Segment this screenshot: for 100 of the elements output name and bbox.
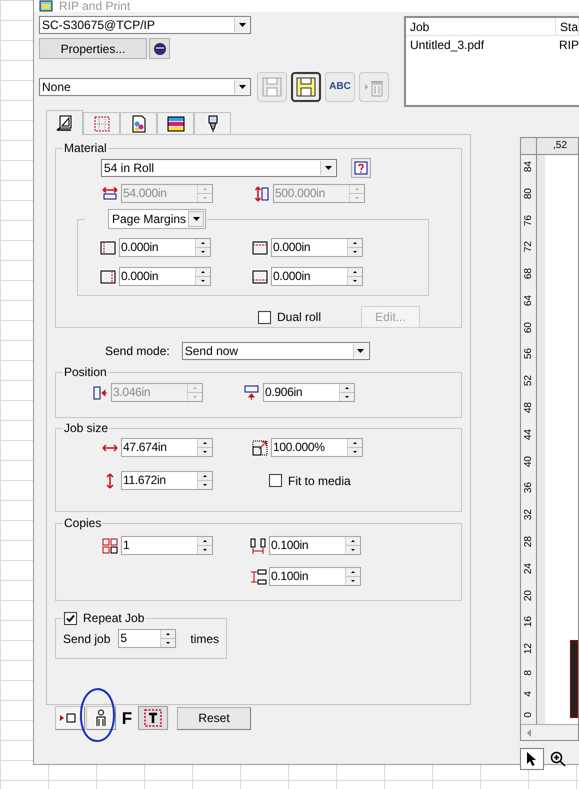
column-header[interactable]: Job (406, 18, 556, 35)
ruler-label: 72 (524, 241, 534, 252)
properties-button[interactable]: Properties... (39, 38, 147, 59)
caret-icon (324, 166, 332, 170)
caret-icon (238, 85, 246, 89)
reset-button[interactable]: Reset (177, 706, 251, 730)
preview-tool-button[interactable] (520, 748, 544, 770)
field-label: times (190, 630, 220, 648)
media-select[interactable]: 54 in Roll (101, 159, 337, 177)
horizontal-gap-icon (249, 536, 267, 554)
copies-grid-icon (101, 536, 119, 554)
spin-buttons[interactable] (345, 537, 360, 554)
ruler-label: 28 (524, 536, 534, 548)
spin-buttons[interactable] (347, 239, 362, 256)
checkbox-label: Dual roll (277, 309, 322, 326)
tab[interactable] (157, 112, 194, 134)
spin-field[interactable]: 100.000% (271, 438, 363, 457)
ruler-label: 76 (524, 214, 534, 226)
ruler-label: ,52 (552, 139, 567, 153)
checkbox[interactable] (269, 474, 282, 487)
spin-buttons[interactable] (347, 268, 362, 285)
left-margin-icon (99, 238, 117, 256)
left-offset-icon (91, 384, 109, 402)
group-title: Position (64, 366, 107, 378)
ruler-label: 16 (524, 616, 534, 628)
font-button[interactable]: F (117, 706, 137, 730)
ruler-label: 64 (524, 294, 534, 306)
ruler-label: 12 (524, 643, 534, 654)
spin-field[interactable]: 0.000in (271, 267, 363, 286)
ruler-page-icon (56, 114, 74, 132)
spin-field[interactable]: 11.672in (121, 471, 213, 490)
spin-field[interactable]: 0.000in (119, 238, 211, 257)
spin-field[interactable]: 47.674in (121, 438, 213, 457)
caret-icon (192, 217, 200, 221)
checkbox-label: Repeat Job (83, 612, 144, 624)
ruler-label: 32 (524, 509, 534, 520)
globe-icon (152, 42, 166, 56)
checkbox[interactable] (64, 612, 77, 624)
column-header[interactable]: Sta (556, 18, 579, 35)
rename-label: ABC (329, 82, 351, 92)
ruler-label: 36 (524, 482, 534, 494)
help-icon (353, 160, 369, 176)
ruler-label: 48 (524, 402, 534, 414)
spin-buttons[interactable] (160, 630, 176, 647)
margin-mode-select[interactable]: Page Margins (108, 209, 206, 229)
preset-tool-button[interactable] (291, 72, 321, 102)
ruler-label: 68 (524, 268, 534, 280)
monitor-button[interactable] (149, 38, 170, 59)
ruler-label: 24 (524, 562, 534, 574)
preset-select[interactable]: None (39, 78, 251, 96)
spin-field[interactable]: 5 (118, 629, 176, 648)
spin-field[interactable]: 0.906in (263, 383, 355, 402)
send-mode-select[interactable]: Send now (182, 342, 370, 360)
spin-field[interactable]: 0.000in (271, 238, 363, 257)
tool-button[interactable] (55, 706, 85, 730)
spin-buttons[interactable] (197, 472, 212, 489)
printer-select[interactable]: SC-S30675@TCP/IP (39, 16, 251, 34)
height-arrows-icon (253, 184, 271, 202)
width-arrows-icon (101, 184, 119, 202)
group-title: Copies (64, 517, 102, 529)
checkbox-label: Fit to media (288, 472, 351, 490)
spin-buttons[interactable] (195, 268, 210, 285)
ruler-label: 56 (524, 348, 534, 360)
pointer-icon (526, 751, 538, 767)
group-title: Material (64, 142, 107, 154)
margin-frame-icon (92, 114, 110, 132)
spin-field[interactable]: 1 (121, 536, 213, 555)
tool-button[interactable] (86, 706, 116, 730)
right-margin-icon (99, 268, 117, 286)
table-cell-text: RIP (558, 37, 579, 54)
scale-icon (251, 438, 269, 456)
tool-button[interactable] (138, 706, 168, 730)
bottom-margin-icon (251, 268, 269, 286)
spin-buttons[interactable] (197, 439, 212, 456)
ruler-label: 20 (524, 590, 534, 601)
preset-tool-button[interactable]: ABC (325, 72, 355, 102)
window-title: RIP and Print (59, 0, 130, 12)
spin-field[interactable]: 0.100in (269, 567, 361, 586)
ruler-label: 84 (524, 161, 534, 172)
ruler-label: 52 (524, 375, 534, 386)
tab[interactable] (120, 112, 157, 134)
table-cell-text: Untitled_3.pdf (409, 37, 486, 54)
caret-icon (357, 349, 364, 353)
help-button[interactable] (351, 158, 371, 178)
spin-buttons[interactable] (197, 537, 212, 554)
spin-buttons[interactable] (347, 439, 362, 456)
ruler-label: 4 (524, 691, 534, 697)
text-frame-icon (143, 708, 163, 728)
spin-field[interactable]: 0.000in (119, 267, 211, 286)
spin-field[interactable]: 0.100in (269, 536, 361, 555)
zoom-icon (550, 751, 566, 767)
spin-buttons[interactable] (339, 384, 354, 401)
ruler-label: 80 (524, 188, 534, 199)
top-margin-icon (251, 238, 269, 256)
checkbox[interactable] (258, 310, 271, 324)
color-page-icon (130, 114, 148, 132)
tab[interactable] (46, 110, 83, 135)
spin-buttons[interactable] (345, 568, 360, 585)
tab[interactable] (194, 112, 231, 134)
spin-buttons[interactable] (195, 239, 210, 256)
